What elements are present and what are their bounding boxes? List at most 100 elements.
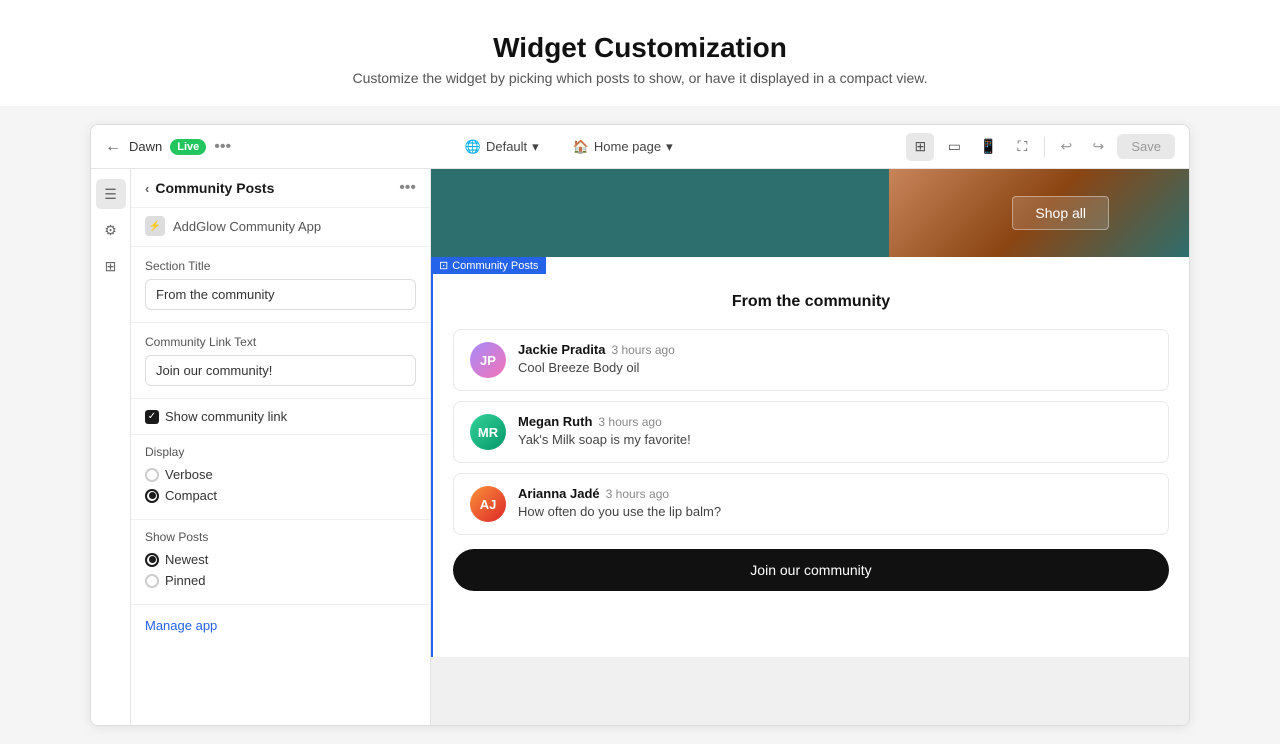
community-link-input[interactable] (145, 355, 416, 386)
newest-label: Newest (165, 552, 208, 567)
settings-icon[interactable]: ⚙ (96, 215, 126, 245)
page-selector[interactable]: 🏠 Home page ▾ (565, 135, 681, 159)
post-text: Yak's Milk soap is my favorite! (518, 432, 1152, 447)
page-title: Widget Customization (20, 32, 1260, 64)
chevron-down-icon: ▾ (666, 139, 673, 155)
pinned-option[interactable]: Pinned (145, 573, 416, 588)
post-meta: Megan Ruth 3 hours ago (518, 414, 1152, 429)
compact-option[interactable]: Compact (145, 488, 416, 503)
manage-app-section: Manage app (131, 605, 430, 647)
save-button[interactable]: Save (1117, 134, 1175, 159)
app-icon: ⚡ (145, 216, 165, 236)
hero-banner: Shop all (431, 169, 1189, 257)
live-badge: Live (170, 139, 206, 155)
more-options-icon[interactable]: ••• (214, 138, 231, 156)
newest-radio[interactable] (145, 553, 159, 567)
post-card: AJ Arianna Jadé 3 hours ago How often do… (453, 473, 1169, 535)
panel-title: Community Posts (155, 180, 274, 196)
community-posts-content: From the community JP Jackie Pradita 3 h… (431, 257, 1189, 657)
undo-btn[interactable]: ↩ (1053, 134, 1079, 160)
tablet-view-btn[interactable]: ▭ (940, 133, 968, 161)
header-left: ‹ Community Posts (145, 180, 274, 196)
section-title-section: Section Title (131, 247, 430, 323)
topbar-right: ⊞ ▭ 📱 ⛶ ↩ ↪ Save (906, 133, 1175, 161)
verbose-label: Verbose (165, 467, 213, 482)
back-arrow-icon[interactable]: ‹ (145, 181, 149, 196)
post-content: Megan Ruth 3 hours ago Yak's Milk soap i… (518, 414, 1152, 447)
page-subtitle: Customize the widget by picking which po… (20, 70, 1260, 86)
section-title-label: Section Title (145, 259, 416, 273)
avatar: AJ (470, 486, 506, 522)
page-header: Widget Customization Customize the widge… (0, 0, 1280, 106)
compact-radio-inner (149, 492, 156, 499)
post-meta: Jackie Pradita 3 hours ago (518, 342, 1152, 357)
app-info: ⚡ AddGlow Community App (131, 208, 430, 247)
post-card: JP Jackie Pradita 3 hours ago Cool Breez… (453, 329, 1169, 391)
newest-option[interactable]: Newest (145, 552, 416, 567)
display-label: Display (145, 445, 416, 459)
desktop-view-btn[interactable]: ⊞ (906, 133, 934, 161)
apps-icon[interactable]: ⊞ (96, 251, 126, 281)
app-frame: ← Dawn Live ••• 🌐 Default ▾ 🏠 Home page … (90, 124, 1190, 726)
show-posts-label: Show Posts (145, 530, 416, 544)
show-community-link-label: Show community link (165, 409, 287, 424)
topbar-left: ← Dawn Live ••• (105, 138, 231, 156)
community-link-label: Community Link Text (145, 335, 416, 349)
post-time: 3 hours ago (606, 487, 669, 501)
join-community-button[interactable]: Join our community (453, 549, 1169, 591)
settings-header: ‹ Community Posts ••• (131, 169, 430, 208)
pinned-label: Pinned (165, 573, 205, 588)
store-name: Dawn (129, 139, 162, 154)
post-content: Arianna Jadé 3 hours ago How often do yo… (518, 486, 1152, 519)
show-posts-group: Show Posts Newest Pinned (131, 520, 430, 605)
sections-icon[interactable]: ☰ (96, 179, 126, 209)
avatar-initials: AJ (470, 486, 506, 522)
post-author: Arianna Jadé (518, 486, 600, 501)
compact-radio[interactable] (145, 489, 159, 503)
manage-app-link[interactable]: Manage app (145, 618, 217, 633)
post-author: Jackie Pradita (518, 342, 605, 357)
section-title-input[interactable] (145, 279, 416, 310)
fullscreen-view-btn[interactable]: ⛶ (1008, 133, 1036, 161)
theme-label: Default (486, 139, 527, 154)
show-community-link-row[interactable]: Show community link (131, 399, 430, 435)
theme-selector[interactable]: 🌐 Default ▾ (457, 135, 547, 159)
globe-icon: 🌐 (465, 139, 481, 155)
section-heading: From the community (453, 293, 1169, 311)
post-time: 3 hours ago (611, 343, 674, 357)
topbar: ← Dawn Live ••• 🌐 Default ▾ 🏠 Home page … (91, 125, 1189, 169)
display-group: Display Verbose Compact (131, 435, 430, 520)
redo-btn[interactable]: ↪ (1085, 134, 1111, 160)
app-name: AddGlow Community App (173, 219, 321, 234)
verbose-radio[interactable] (145, 468, 159, 482)
community-icon: ⊡ (439, 259, 448, 272)
chevron-down-icon: ▾ (532, 139, 539, 155)
settings-panel: ‹ Community Posts ••• ⚡ AddGlow Communit… (131, 169, 431, 725)
post-text: How often do you use the lip balm? (518, 504, 1152, 519)
posts-list: JP Jackie Pradita 3 hours ago Cool Breez… (453, 329, 1169, 535)
compact-label: Compact (165, 488, 217, 503)
avatar: MR (470, 414, 506, 450)
mobile-view-btn[interactable]: 📱 (974, 133, 1002, 161)
main-layout: ☰ ⚙ ⊞ ‹ Community Posts ••• ⚡ AddGlow Co… (91, 169, 1189, 725)
verbose-option[interactable]: Verbose (145, 467, 416, 482)
avatar-initials: JP (470, 342, 506, 378)
community-posts-label: ⊡ Community Posts (431, 257, 546, 274)
community-link-section: Community Link Text (131, 323, 430, 399)
avatar: JP (470, 342, 506, 378)
preview-area: Shop all ⊡ Community Posts From the comm… (431, 169, 1189, 725)
topbar-center: 🌐 Default ▾ 🏠 Home page ▾ (243, 135, 894, 159)
panel-more-icon[interactable]: ••• (399, 179, 416, 197)
preview-inner: Shop all ⊡ Community Posts From the comm… (431, 169, 1189, 725)
page-label: Home page (594, 139, 661, 154)
post-author: Megan Ruth (518, 414, 592, 429)
post-text: Cool Breeze Body oil (518, 360, 1152, 375)
pinned-radio[interactable] (145, 574, 159, 588)
show-community-link-checkbox[interactable] (145, 410, 159, 424)
post-card: MR Megan Ruth 3 hours ago Yak's Milk soa… (453, 401, 1169, 463)
post-content: Jackie Pradita 3 hours ago Cool Breeze B… (518, 342, 1152, 375)
shop-all-button[interactable]: Shop all (1012, 196, 1109, 230)
post-meta: Arianna Jadé 3 hours ago (518, 486, 1152, 501)
back-icon[interactable]: ← (105, 138, 121, 156)
sidebar-icons: ☰ ⚙ ⊞ (91, 169, 131, 725)
